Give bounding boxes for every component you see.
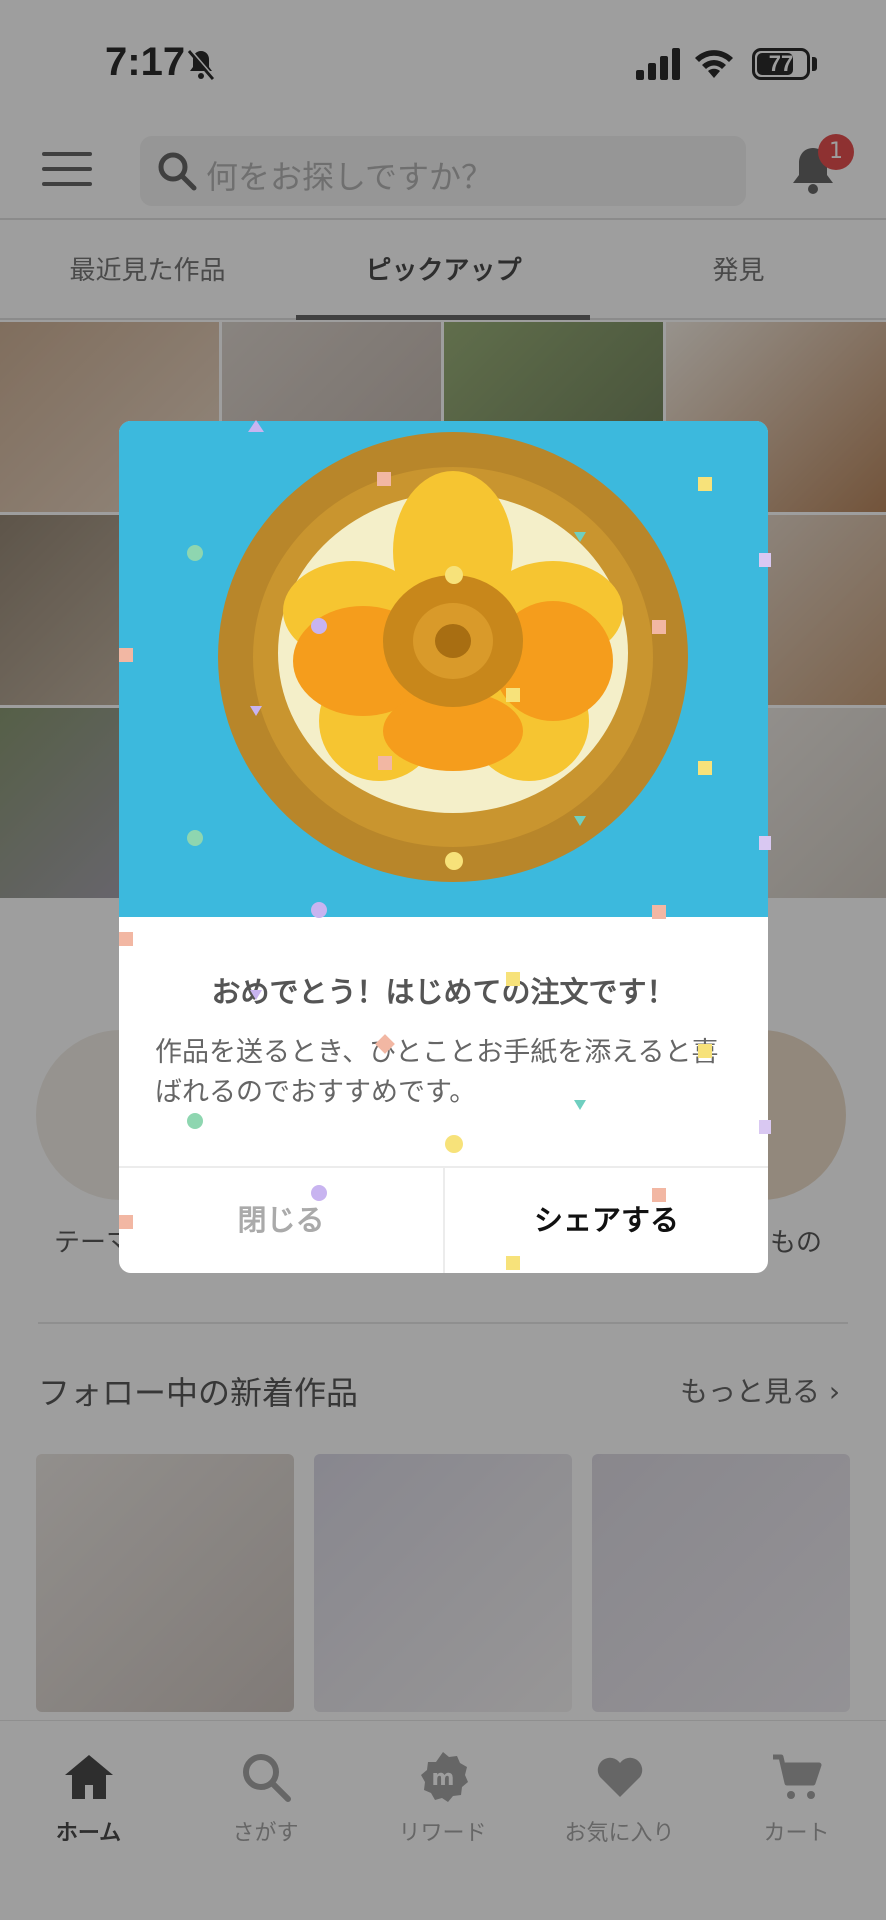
- crochet-coaster-image: [119, 421, 768, 917]
- dialog-message: 作品を送るとき、ひとことお手紙を添えると喜ばれるのでおすすめです。: [155, 1037, 719, 1108]
- close-button[interactable]: 閉じる: [119, 1168, 443, 1273]
- dialog-title: おめでとう！はじめての注文です！: [211, 975, 676, 1009]
- share-button[interactable]: シェアする: [445, 1168, 768, 1273]
- first-order-dialog: おめでとう！はじめての注文です！ 作品を送るとき、ひとことお手紙を添えると喜ばれ…: [119, 421, 768, 1273]
